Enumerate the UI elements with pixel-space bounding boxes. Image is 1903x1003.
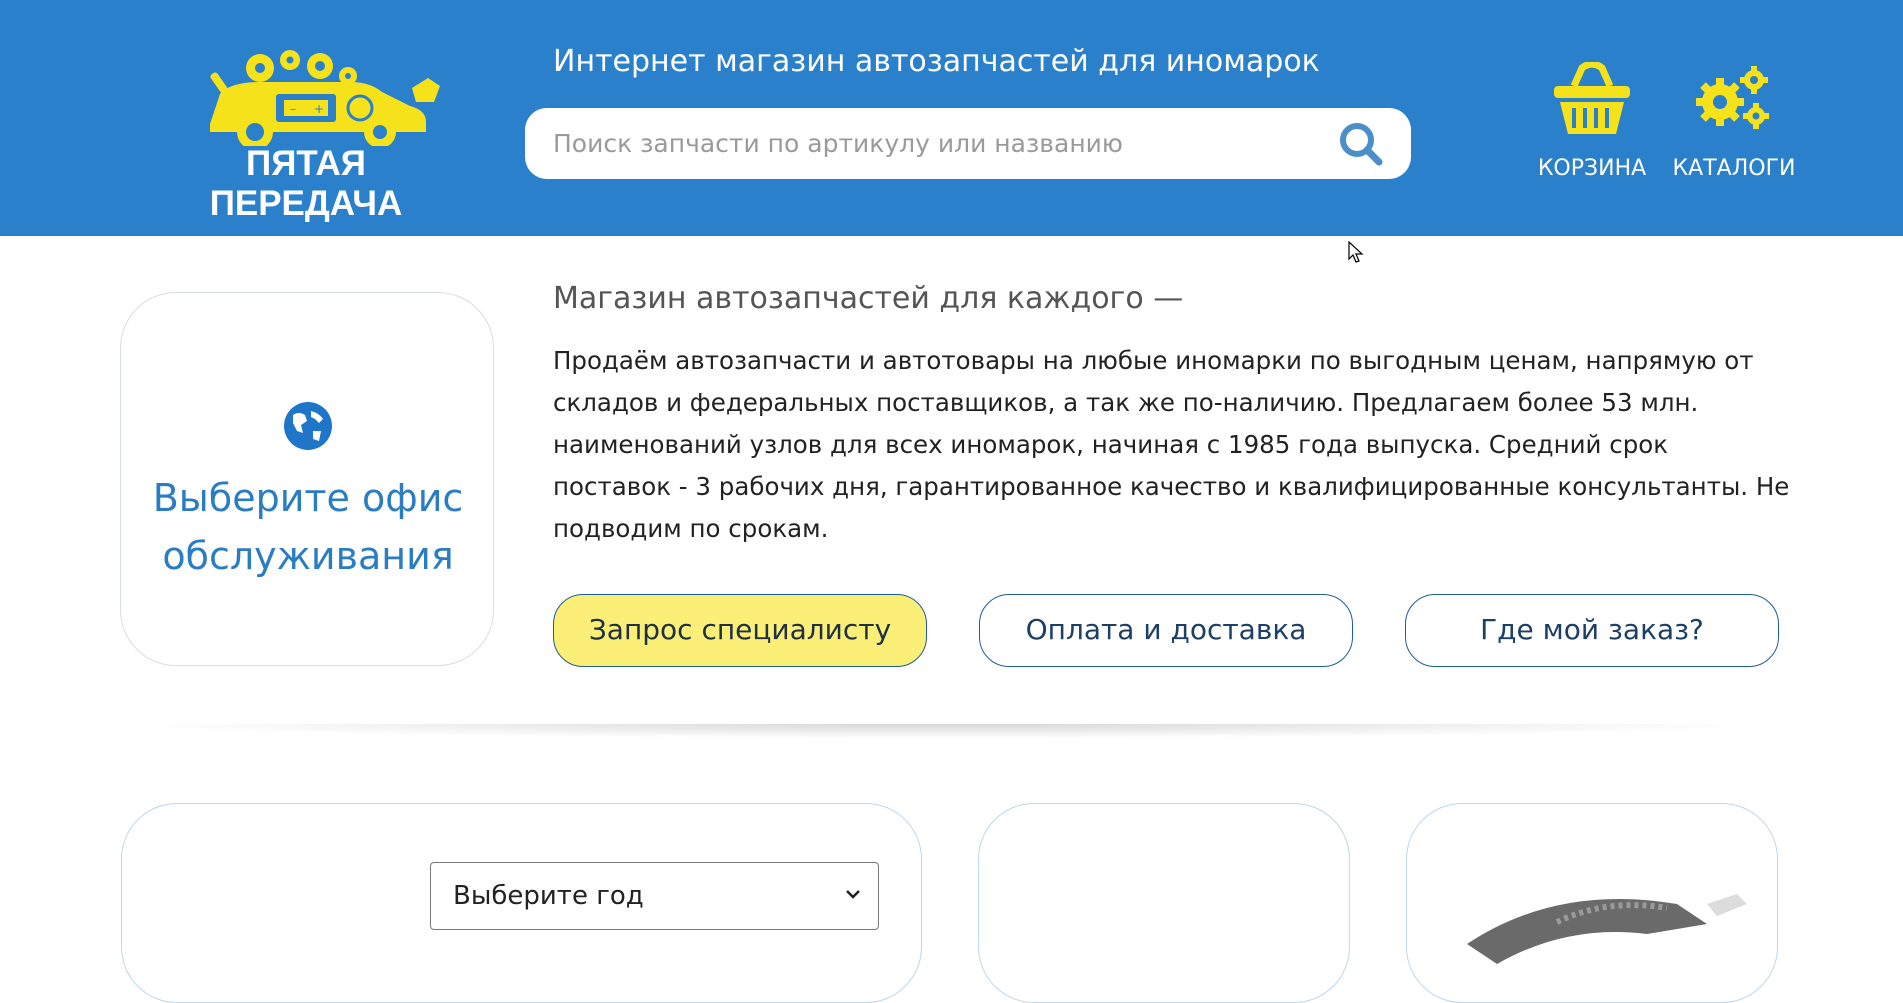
year-select[interactable]: Выберите год	[430, 862, 879, 930]
chevron-down-icon	[846, 890, 860, 899]
logo-text: ПЯТАЯ ПЕРЕДАЧА	[209, 144, 403, 223]
header-title: Интернет магазин автозапчастей для инома…	[553, 44, 1320, 79]
gears-icon	[1696, 66, 1769, 129]
globe-icon	[284, 402, 332, 450]
site-header: – + ПЯТАЯ ПЕРЕДАЧА Интернет магазин авто…	[0, 0, 1903, 236]
mouse-cursor-icon	[1348, 241, 1364, 263]
search-icon	[1340, 123, 1383, 166]
search-button[interactable]	[1331, 120, 1391, 168]
logo-car-icon: – +	[210, 50, 440, 146]
logo[interactable]: – + ПЯТАЯ ПЕРЕДАЧА	[150, 46, 462, 223]
svg-text:–: –	[290, 102, 296, 116]
cart-button[interactable]: КОРЗИНА	[1527, 62, 1657, 192]
catalogs-label: КАТАЛОГИ	[1672, 156, 1796, 181]
product-card[interactable]	[1406, 803, 1778, 1003]
catalogs-button[interactable]: КАТАЛОГИ	[1669, 62, 1799, 192]
promo-card[interactable]	[978, 803, 1350, 1003]
basket-icon	[1554, 62, 1630, 134]
svg-text:+: +	[314, 102, 324, 116]
office-select-card[interactable]: Выберите офис обслуживания	[120, 292, 494, 666]
year-select-value: Выберите год	[453, 881, 644, 911]
payment-delivery-button[interactable]: Оплата и доставка	[979, 594, 1353, 667]
office-card-text: Выберите офис обслуживания	[152, 476, 464, 578]
intro-text: Продаём автозапчасти и автотовары на люб…	[553, 346, 1790, 543]
specialist-request-button[interactable]: Запрос специалисту	[553, 594, 927, 667]
cart-label: КОРЗИНА	[1537, 156, 1647, 181]
search-bar	[525, 108, 1411, 179]
intro-title: Магазин автозапчастей для каждого —	[553, 281, 1184, 316]
order-status-button[interactable]: Где мой заказ?	[1405, 594, 1779, 667]
section-divider	[140, 724, 1750, 738]
brake-part-image	[1467, 894, 1747, 964]
search-input[interactable]	[553, 108, 1313, 179]
